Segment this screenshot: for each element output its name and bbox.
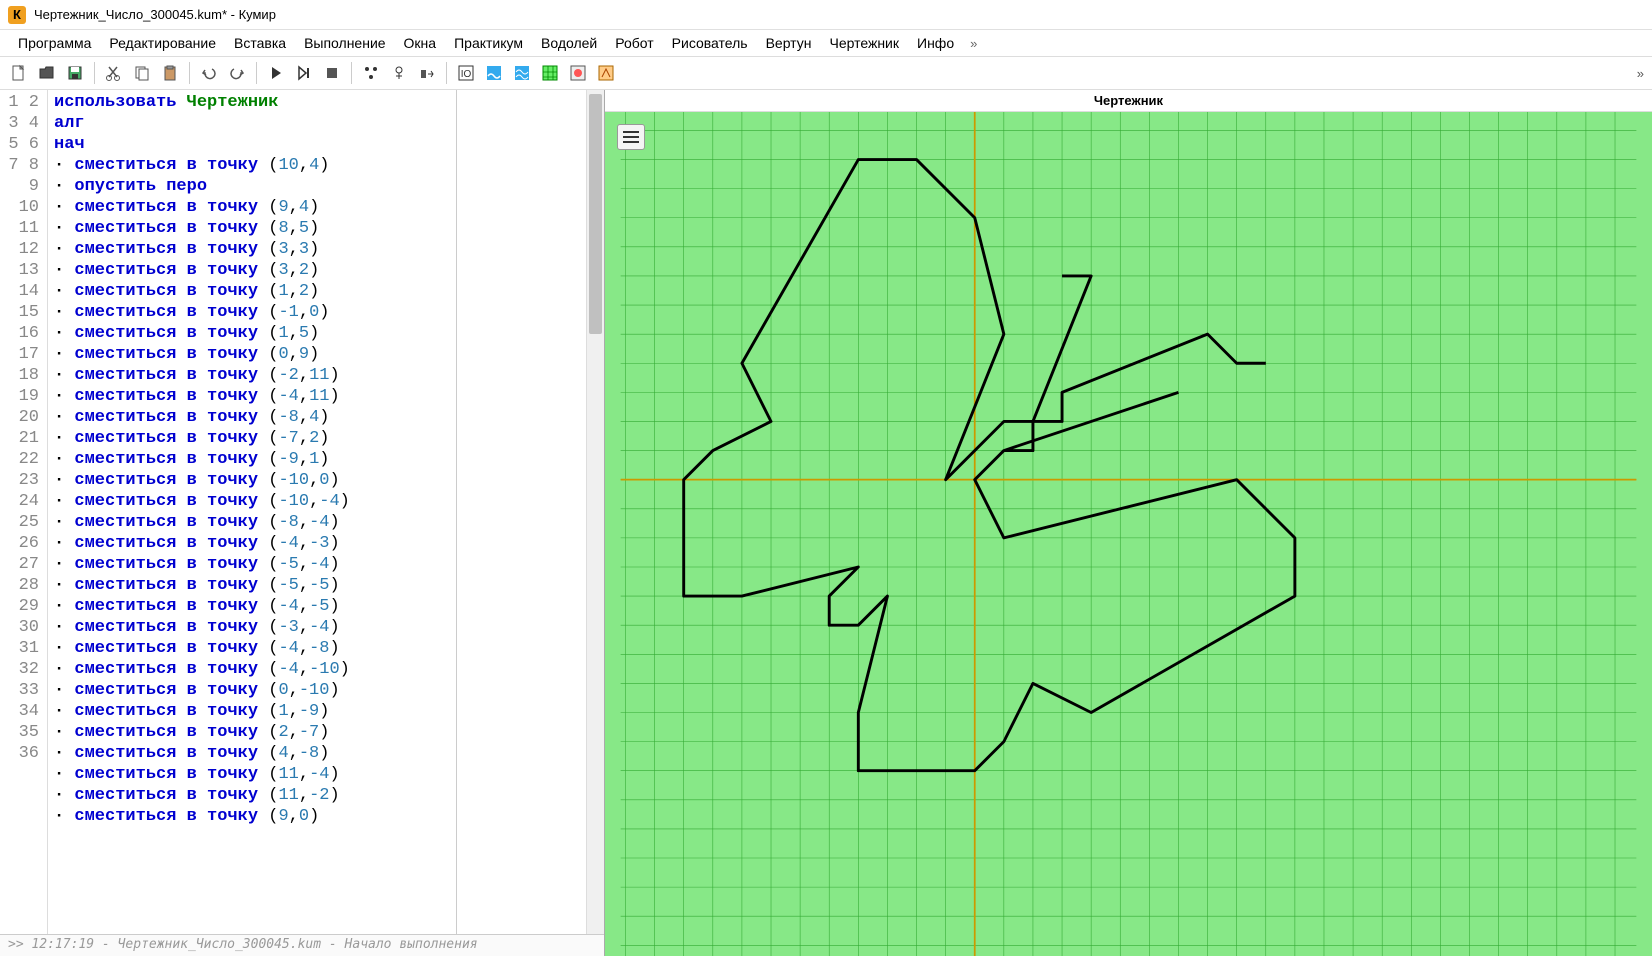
toolbar-left: IO: [0, 60, 625, 86]
toolbar-sep: [351, 62, 352, 84]
app-window: К Чертежник_Число_300045.kum* - Кумир Пр…: [0, 0, 1652, 956]
window-title: Чертежник_Число_300045.kum* - Кумир: [34, 7, 276, 22]
canvas-menu-icon[interactable]: [617, 124, 645, 150]
canvas-area[interactable]: [605, 112, 1652, 956]
code-editor[interactable]: использовать Чертежник алг нач · сместит…: [48, 90, 456, 934]
new-file-icon[interactable]: [6, 60, 32, 86]
menu-item-вертун[interactable]: Вертун: [758, 32, 820, 54]
toolbar-sep: [94, 62, 95, 84]
stop-icon[interactable]: [319, 60, 345, 86]
main-area: 1 2 3 4 5 6 7 8 9 10 11 12 13 14 15 16 1…: [0, 90, 1652, 956]
menu-item-водолей[interactable]: Водолей: [533, 32, 605, 54]
actor5-icon[interactable]: [565, 60, 591, 86]
actor2-icon[interactable]: [481, 60, 507, 86]
code-margin: [456, 90, 586, 934]
menu-item-выполнение[interactable]: Выполнение: [296, 32, 393, 54]
toolbar-expand[interactable]: »: [1629, 66, 1652, 81]
menu-item-рисователь[interactable]: Рисователь: [664, 32, 756, 54]
toolbar-sep: [256, 62, 257, 84]
actor3-icon[interactable]: [509, 60, 535, 86]
canvas-title: Чертежник: [605, 90, 1652, 112]
open-file-icon[interactable]: [34, 60, 60, 86]
menu-item-практикум[interactable]: Практикум: [446, 32, 531, 54]
actor1-icon[interactable]: IO: [453, 60, 479, 86]
redo-icon[interactable]: [224, 60, 250, 86]
copy-icon[interactable]: [129, 60, 155, 86]
canvas-pane: Чертежник: [605, 90, 1652, 956]
menubar: ПрограммаРедактированиеВставкаВыполнение…: [0, 30, 1652, 56]
status-line: >> 12:17:19 - Чертежник_Число_300045.kum…: [0, 934, 604, 956]
menu-more[interactable]: »: [964, 33, 983, 54]
tool-a-icon[interactable]: [358, 60, 384, 86]
actor4-icon[interactable]: [537, 60, 563, 86]
menu-item-чертежник[interactable]: Чертежник: [821, 32, 907, 54]
undo-icon[interactable]: [196, 60, 222, 86]
menu-item-инфо[interactable]: Инфо: [909, 32, 962, 54]
paste-icon[interactable]: [157, 60, 183, 86]
run-icon[interactable]: [263, 60, 289, 86]
cut-icon[interactable]: [101, 60, 127, 86]
line-gutter: 1 2 3 4 5 6 7 8 9 10 11 12 13 14 15 16 1…: [0, 90, 48, 934]
step-icon[interactable]: [291, 60, 317, 86]
titlebar: К Чертежник_Число_300045.kum* - Кумир: [0, 0, 1652, 30]
toolbar-sep: [446, 62, 447, 84]
menu-item-окна[interactable]: Окна: [396, 32, 445, 54]
scroll-thumb[interactable]: [589, 94, 602, 334]
svg-text:IO: IO: [461, 69, 472, 80]
menu-item-вставка[interactable]: Вставка: [226, 32, 294, 54]
toolbar-sep: [189, 62, 190, 84]
drawing-canvas: [605, 112, 1652, 956]
save-file-icon[interactable]: [62, 60, 88, 86]
code-wrap: 1 2 3 4 5 6 7 8 9 10 11 12 13 14 15 16 1…: [0, 90, 604, 934]
tool-b-icon[interactable]: [386, 60, 412, 86]
actor6-icon[interactable]: [593, 60, 619, 86]
editor-pane: 1 2 3 4 5 6 7 8 9 10 11 12 13 14 15 16 1…: [0, 90, 605, 956]
tool-c-icon[interactable]: [414, 60, 440, 86]
app-icon: К: [8, 6, 26, 24]
vertical-scrollbar[interactable]: [586, 90, 604, 934]
toolbar-row: IO »: [0, 56, 1652, 90]
menu-item-редактирование[interactable]: Редактирование: [101, 32, 224, 54]
menu-item-робот[interactable]: Робот: [607, 32, 661, 54]
menu-item-программа[interactable]: Программа: [10, 32, 99, 54]
